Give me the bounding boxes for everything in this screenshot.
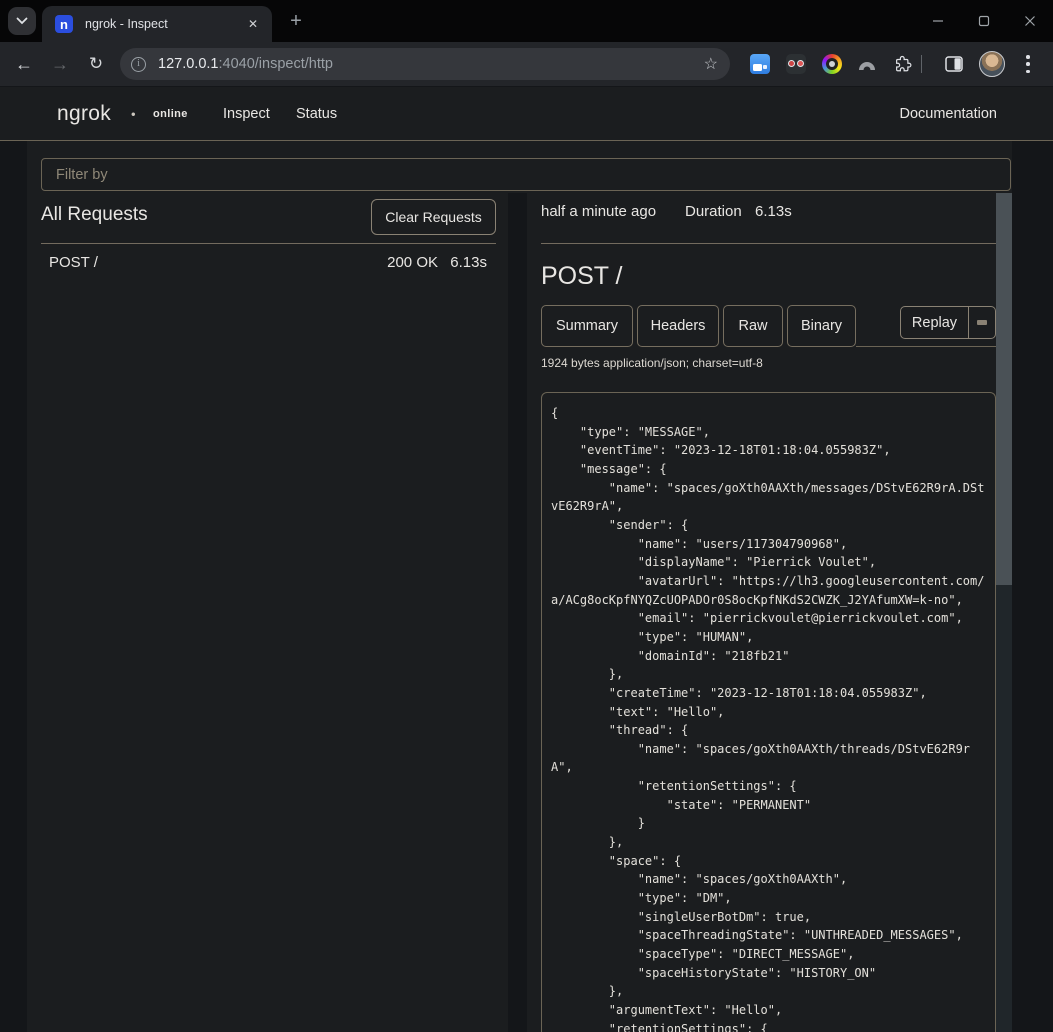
- replay-button-group: Replay: [900, 306, 996, 339]
- url-host: 127.0.0.1: [158, 56, 218, 72]
- duration-label: Duration: [685, 203, 742, 220]
- profile-avatar[interactable]: [979, 51, 1005, 77]
- close-icon: [1024, 15, 1036, 27]
- online-status-badge: online: [153, 108, 188, 120]
- address-bar[interactable]: i 127.0.0.1:4040/inspect/http ☆: [120, 48, 730, 80]
- new-tab-button[interactable]: +: [284, 9, 308, 33]
- request-status: 200 OK: [387, 254, 438, 271]
- tab-headers[interactable]: Headers: [637, 305, 719, 347]
- extension-camera-icon[interactable]: [822, 54, 842, 74]
- divider: [541, 243, 996, 244]
- close-window-button[interactable]: [1007, 6, 1053, 36]
- extension-goggles-icon[interactable]: [786, 54, 806, 74]
- browser-toolbar: ← → ↻ i 127.0.0.1:4040/inspect/http ☆: [0, 42, 1053, 86]
- tabs-baseline: [856, 346, 996, 347]
- reload-button[interactable]: ↻: [84, 42, 108, 86]
- request-title: POST /: [541, 262, 623, 291]
- nav-inspect-link[interactable]: Inspect: [223, 106, 270, 122]
- filter-input[interactable]: [41, 158, 1011, 191]
- site-info-icon[interactable]: i: [131, 57, 146, 72]
- status-dot-icon: •: [131, 106, 136, 121]
- request-detail-panel: half a minute ago Duration 6.13s POST / …: [541, 193, 996, 1032]
- extension-arc-icon[interactable]: [857, 54, 877, 74]
- json-body[interactable]: { "type": "MESSAGE", "eventTime": "2023-…: [551, 404, 986, 1032]
- url-path: :4040/inspect/http: [218, 56, 332, 72]
- back-button[interactable]: ←: [12, 42, 36, 86]
- ngrok-logo[interactable]: ngrok: [57, 102, 111, 126]
- inspect-content: All Requests Clear Requests POST / 200 O…: [27, 141, 1012, 1032]
- request-method-path: POST /: [49, 254, 98, 271]
- side-panel-icon[interactable]: [945, 55, 963, 73]
- browser-window: n ngrok - Inspect ✕ + ← → ↻ i 127.0.0.1:…: [0, 0, 1053, 1032]
- tab-binary[interactable]: Binary: [787, 305, 856, 347]
- time-ago-label: half a minute ago: [541, 203, 656, 220]
- chevron-down-icon: [16, 17, 28, 25]
- replay-button[interactable]: Replay: [900, 306, 969, 339]
- request-row[interactable]: POST / 200 OK 6.13s: [41, 254, 496, 276]
- tab-raw[interactable]: Raw: [723, 305, 783, 347]
- documentation-link[interactable]: Documentation: [899, 106, 997, 122]
- content-meta: 1924 bytes application/json; charset=utf…: [541, 356, 763, 370]
- replay-dropdown-toggle[interactable]: [969, 306, 996, 339]
- browser-menu-button[interactable]: [1024, 53, 1032, 75]
- duration-value: 6.13s: [755, 203, 792, 220]
- tab-title: ngrok - Inspect: [85, 17, 244, 31]
- maximize-button[interactable]: [961, 6, 1007, 36]
- forward-button[interactable]: →: [48, 42, 72, 86]
- request-duration: 6.13s: [450, 254, 487, 271]
- minimize-icon: [932, 15, 944, 27]
- ngrok-inspect-page: ngrok • online Inspect Status Documentat…: [0, 86, 1053, 1032]
- window-controls: [915, 0, 1053, 42]
- bookmark-star-icon[interactable]: ☆: [704, 54, 718, 74]
- extension-windows-icon[interactable]: [750, 54, 770, 74]
- requests-title: All Requests: [41, 204, 148, 226]
- tab-close-icon[interactable]: ✕: [244, 15, 262, 33]
- browser-tab[interactable]: n ngrok - Inspect ✕: [42, 6, 272, 42]
- url-text[interactable]: 127.0.0.1:4040/inspect/http: [158, 56, 704, 72]
- minimize-button[interactable]: [915, 6, 961, 36]
- tab-search-button[interactable]: [8, 7, 36, 35]
- dash-icon: [977, 320, 987, 325]
- requests-panel: All Requests Clear Requests POST / 200 O…: [41, 193, 496, 1032]
- clear-requests-button[interactable]: Clear Requests: [371, 199, 496, 235]
- browser-titlebar: n ngrok - Inspect ✕ +: [0, 0, 1053, 42]
- detail-scrollbar[interactable]: [996, 193, 1012, 1032]
- panel-gutter: [508, 193, 527, 1032]
- nav-status-link[interactable]: Status: [296, 106, 337, 122]
- ngrok-favicon: n: [55, 15, 73, 33]
- toolbar-separator: [921, 55, 922, 73]
- extensions-puzzle-icon[interactable]: [894, 55, 912, 73]
- scrollbar-thumb[interactable]: [996, 193, 1012, 585]
- detail-tabs: Summary Headers Raw Binary: [541, 305, 856, 347]
- tab-summary[interactable]: Summary: [541, 305, 633, 347]
- maximize-icon: [978, 15, 990, 27]
- ngrok-header: ngrok • online Inspect Status Documentat…: [0, 87, 1053, 141]
- divider: [41, 243, 496, 244]
- response-body-box: { "type": "MESSAGE", "eventTime": "2023-…: [541, 392, 996, 1032]
